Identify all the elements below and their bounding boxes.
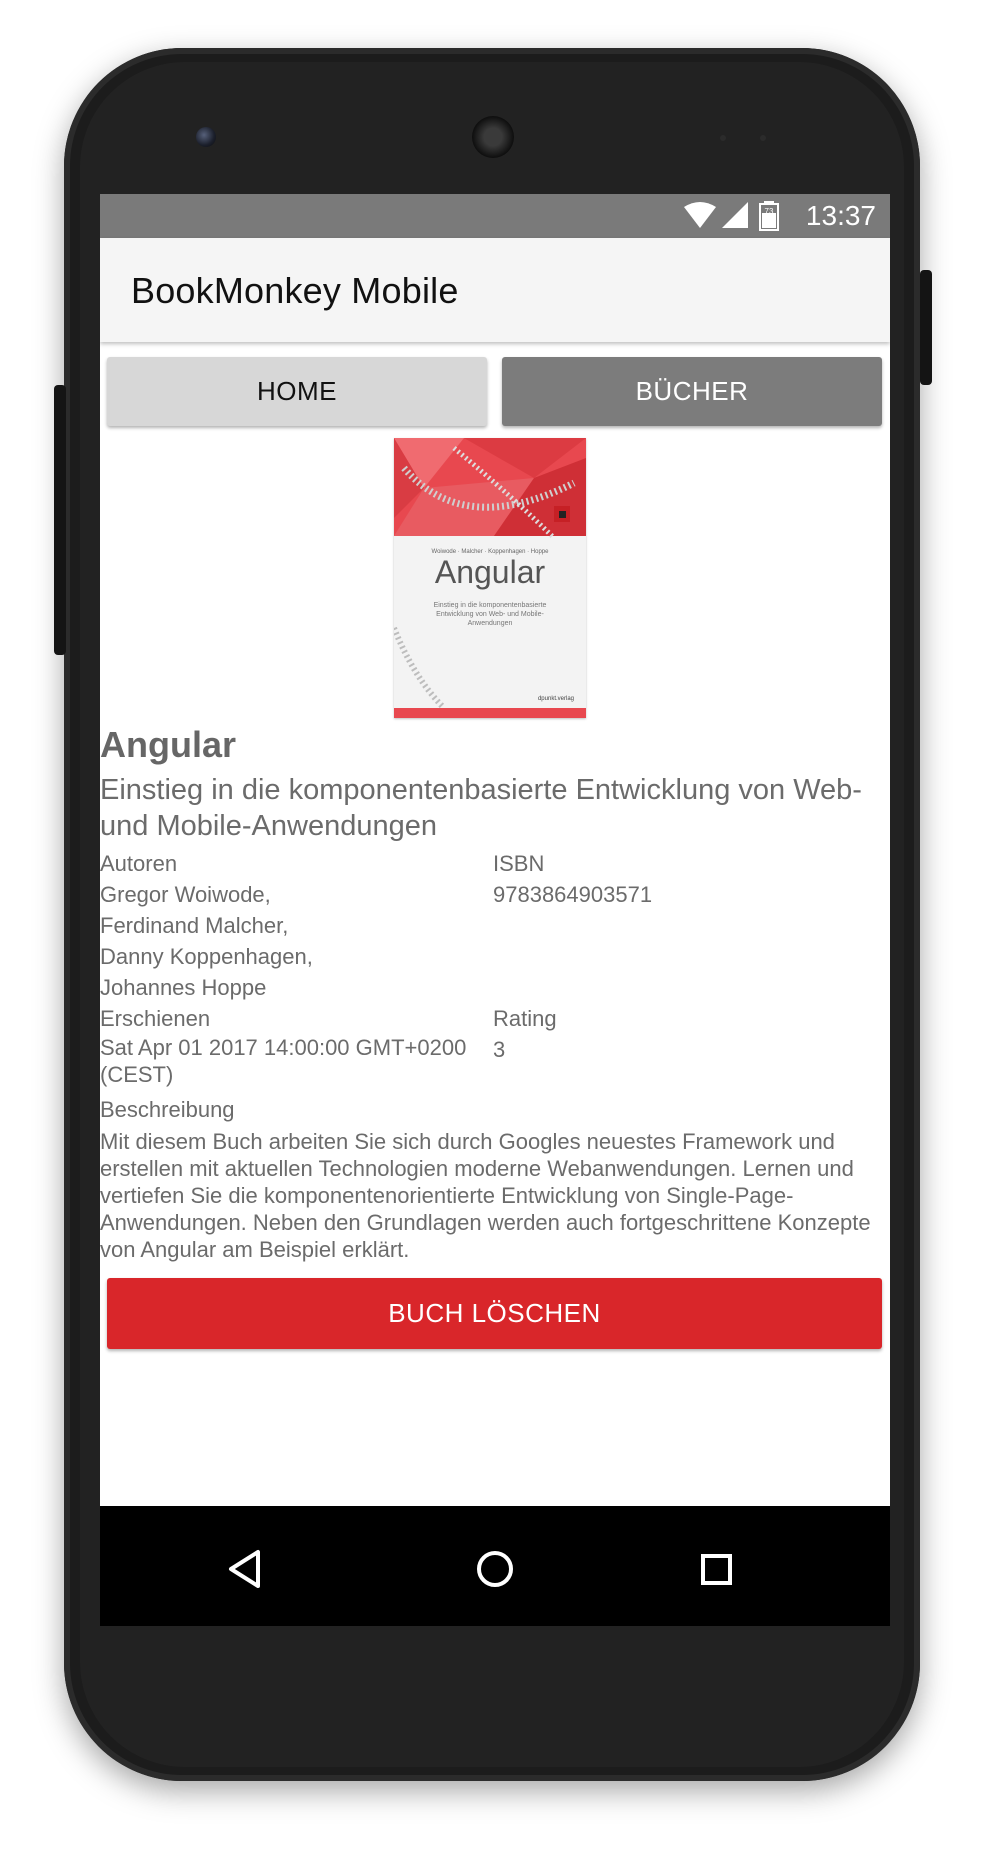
status-bar: 73 13:37 <box>100 194 890 238</box>
navigation-bar <box>100 1506 890 1626</box>
earpiece-speaker <box>472 116 514 158</box>
front-camera <box>196 127 216 147</box>
published-value: Sat Apr 01 2017 14:00:00 GMT+0200 (CEST) <box>100 1035 467 1087</box>
wifi-icon <box>684 202 716 228</box>
recents-icon[interactable] <box>701 1554 732 1585</box>
author-item: Danny Koppenhagen, <box>100 944 313 969</box>
back-icon[interactable] <box>229 1550 260 1588</box>
volume-button <box>54 385 66 655</box>
tab-buecher[interactable]: BÜCHER <box>502 357 882 426</box>
power-button <box>920 270 932 385</box>
status-icons: 73 <box>684 201 779 231</box>
cover-title: Angular <box>435 554 546 590</box>
screen: 73 13:37 BookMonkey Mobile HOME BÜCHER W… <box>100 194 890 1506</box>
book-cover-art: Woiwode · Malcher · Koppenhagen · Hoppe … <box>394 438 586 718</box>
published-label: Erschienen <box>100 1006 211 1031</box>
isbn-label: ISBN <box>493 851 545 876</box>
book-description: Mit diesem Buch arbeiten Sie sich durch … <box>100 1129 871 1262</box>
delete-book-button[interactable]: BUCH LÖSCHEN <box>107 1278 882 1349</box>
rating-label: Rating <box>493 1006 557 1031</box>
author-item: Johannes Hoppe <box>100 975 267 1000</box>
book-subtitle: Einstieg in die komponentenbasierte Entw… <box>100 774 862 842</box>
home-icon[interactable] <box>477 1551 513 1587</box>
signal-icon <box>722 202 748 228</box>
battery-level: 73 <box>765 207 774 216</box>
tab-home[interactable]: HOME <box>107 357 487 426</box>
isbn-value: 9783864903571 <box>493 882 653 907</box>
description-label: Beschreibung <box>100 1097 235 1122</box>
app-bar: BookMonkey Mobile <box>100 238 890 342</box>
light-sensor <box>760 135 766 141</box>
status-time: 13:37 <box>805 200 876 231</box>
nav-icons <box>229 1550 732 1588</box>
book-title: Angular <box>100 724 237 765</box>
rating-value: 3 <box>493 1037 506 1062</box>
cover-publisher: dpunkt.verlag <box>538 696 574 702</box>
book-cover-image[interactable]: Woiwode · Malcher · Koppenhagen · Hoppe … <box>394 438 586 718</box>
author-item: Ferdinand Malcher, <box>100 913 289 938</box>
cover-subtitle-text: Einstieg in die komponentenbasierte Entw… <box>433 602 547 627</box>
proximity-sensor <box>720 135 726 141</box>
app-title: BookMonkey Mobile <box>131 270 459 311</box>
author-item: Gregor Woiwode, <box>100 882 271 907</box>
authors-label: Autoren <box>100 851 178 876</box>
